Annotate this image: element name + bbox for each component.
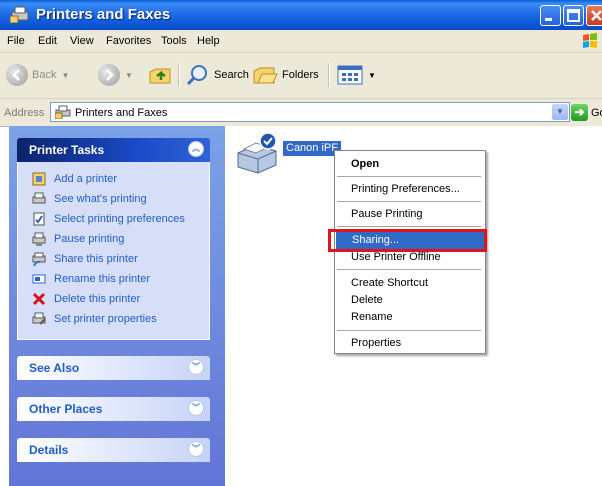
views-button[interactable]: ▼ — [337, 61, 376, 89]
task-label: Select printing preferences — [54, 213, 185, 225]
views-icon — [337, 65, 363, 85]
forward-arrow-icon — [98, 64, 120, 86]
views-dropdown-icon[interactable]: ▼ — [368, 71, 376, 80]
menu-item-use-printer-offline[interactable]: Use Printer Offline — [351, 251, 441, 263]
task-label: Add a printer — [54, 173, 117, 185]
folders-label: Folders — [282, 69, 319, 81]
forward-dropdown-icon[interactable]: ▼ — [125, 71, 133, 80]
rename-icon — [32, 272, 46, 286]
other-places-title: Other Places — [29, 402, 103, 416]
menu-item-printing-preferences[interactable]: Printing Preferences... — [351, 183, 460, 195]
task-label: Set printer properties — [54, 313, 157, 325]
toolbar: Back ▼ ▼ Search Folders ▼ — [0, 53, 602, 99]
other-places-header[interactable]: Other Places ︾ — [17, 397, 210, 421]
task-pause-printing[interactable]: Pause printing — [32, 230, 124, 248]
search-label: Search — [214, 69, 249, 81]
menu-bar: File Edit View Favorites Tools Help — [0, 30, 602, 53]
printer-label[interactable]: Canon iPF — [283, 141, 341, 156]
printer-tasks-body: Add a printer See what's printing Select… — [17, 162, 210, 340]
context-menu: Open Printing Preferences... Pause Print… — [334, 150, 486, 354]
address-label: Address — [4, 107, 45, 119]
address-value: Printers and Faxes — [75, 107, 168, 119]
menu-item-rename[interactable]: Rename — [351, 311, 393, 323]
task-label: See what's printing — [54, 193, 147, 205]
up-folder-icon — [149, 68, 171, 84]
close-button[interactable] — [586, 5, 602, 26]
task-share-printer[interactable]: Share this printer — [32, 250, 138, 268]
title-bar[interactable]: Printers and Faxes — [0, 0, 602, 30]
maximize-button[interactable] — [563, 5, 584, 26]
expand-icon[interactable]: ︾ — [188, 441, 204, 457]
properties-icon — [32, 312, 46, 326]
preferences-icon — [32, 212, 46, 226]
details-header[interactable]: Details ︾ — [17, 438, 210, 462]
see-also-title: See Also — [29, 361, 80, 375]
task-label: Rename this printer — [54, 273, 150, 285]
details-title: Details — [29, 443, 69, 457]
expand-icon[interactable]: ︾ — [188, 359, 204, 375]
search-icon — [186, 65, 207, 86]
printer-tasks-header[interactable]: Printer Tasks ︽ — [17, 138, 210, 162]
add-printer-icon — [32, 172, 46, 186]
menu-item-delete[interactable]: Delete — [351, 294, 383, 306]
task-rename-printer[interactable]: Rename this printer — [32, 270, 150, 288]
back-arrow-icon — [6, 64, 28, 86]
menu-item-open[interactable]: Open — [351, 158, 379, 170]
folders-button[interactable]: Folders — [252, 61, 319, 89]
pause-printer-icon — [32, 232, 46, 246]
windows-logo-icon — [583, 33, 597, 48]
printer-icon[interactable] — [232, 129, 280, 177]
printer-folder-icon — [10, 6, 29, 23]
search-button[interactable]: Search — [186, 61, 249, 89]
task-delete-printer[interactable]: Delete this printer — [32, 290, 140, 308]
task-printing-preferences[interactable]: Select printing preferences — [32, 210, 185, 228]
window-title: Printers and Faxes — [36, 6, 171, 23]
folders-icon — [253, 67, 278, 84]
expand-icon[interactable]: ︾ — [188, 400, 204, 416]
printer-tasks-title: Printer Tasks — [29, 143, 105, 157]
maximize-icon — [567, 9, 580, 22]
menu-item-pause-printing[interactable]: Pause Printing — [351, 208, 423, 220]
task-printer-properties[interactable]: Set printer properties — [32, 310, 157, 328]
close-icon — [591, 10, 602, 21]
address-dropdown-icon[interactable]: ▼ — [552, 104, 568, 120]
print-queue-icon — [32, 192, 46, 206]
minimize-button[interactable] — [540, 5, 561, 26]
collapse-icon[interactable]: ︽ — [188, 141, 204, 157]
task-add-printer[interactable]: Add a printer — [32, 170, 117, 188]
menu-edit[interactable]: Edit — [38, 35, 57, 47]
menu-item-create-shortcut[interactable]: Create Shortcut — [351, 277, 428, 289]
share-printer-icon — [32, 252, 46, 266]
task-label: Pause printing — [54, 233, 125, 245]
highlight-box — [328, 229, 487, 252]
back-dropdown-icon[interactable]: ▼ — [61, 71, 69, 80]
go-label[interactable]: Go — [591, 107, 602, 119]
task-label: Delete this printer — [54, 293, 141, 305]
task-see-printing[interactable]: See what's printing — [32, 190, 147, 208]
up-folder-button[interactable] — [148, 61, 172, 89]
go-arrow-icon[interactable]: ➔ — [571, 104, 588, 121]
see-also-header[interactable]: See Also ︾ — [17, 356, 210, 380]
menu-view[interactable]: View — [70, 35, 94, 47]
back-button[interactable]: Back ▼ — [6, 61, 69, 89]
menu-tools[interactable]: Tools — [161, 35, 187, 47]
address-field[interactable]: Printers and Faxes ▼ — [50, 102, 570, 122]
menu-help[interactable]: Help — [197, 35, 220, 47]
menu-item-properties[interactable]: Properties — [351, 337, 401, 349]
address-bar: Address Printers and Faxes ▼ ➔ Go — [0, 99, 602, 127]
minimize-icon — [545, 18, 552, 21]
menu-favorites[interactable]: Favorites — [106, 35, 151, 47]
printer-folder-icon — [55, 105, 71, 119]
back-label: Back — [32, 69, 57, 81]
forward-button[interactable]: ▼ — [98, 61, 133, 89]
delete-icon — [32, 292, 46, 306]
menu-file[interactable]: File — [7, 35, 25, 47]
task-label: Share this printer — [54, 253, 138, 265]
